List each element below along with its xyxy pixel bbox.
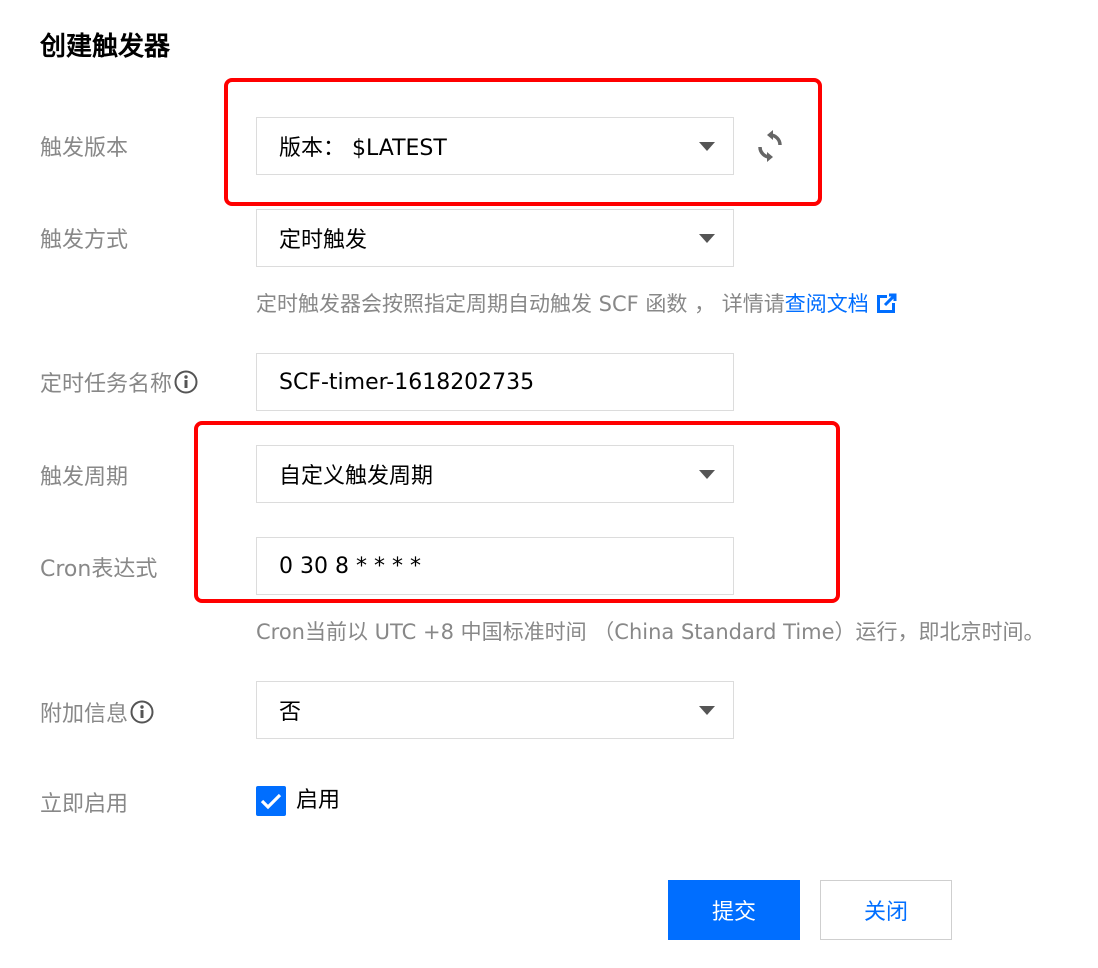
create-trigger-dialog: 创建触发器 触发版本 版本： $LATEST 触发方式 定时触发 定时触发器会按…: [0, 0, 1098, 968]
info-icon[interactable]: [130, 700, 154, 724]
version-label: 触发版本: [40, 136, 129, 161]
dialog-title: 创建触发器: [40, 32, 171, 62]
task-name-label-text: 定时任务名称: [40, 372, 173, 397]
method-value: 定时触发: [279, 228, 368, 253]
enable-checkbox-label[interactable]: 启用: [296, 786, 340, 816]
task-name-input[interactable]: SCF-timer-1618202735: [256, 353, 734, 411]
submit-button[interactable]: 提交: [668, 880, 800, 940]
extra-label: 附加信息: [40, 696, 154, 728]
period-select[interactable]: 自定义触发周期: [256, 445, 734, 503]
method-hint: 定时触发器会按照指定周期自动触发 SCF 函数 ， 详情请查阅文档: [256, 288, 897, 318]
task-name-value: SCF-timer-1618202735: [279, 369, 535, 395]
enable-checkbox[interactable]: [256, 786, 286, 816]
chevron-down-icon: [699, 141, 715, 151]
close-button[interactable]: 关闭: [820, 880, 952, 940]
extra-value: 否: [279, 700, 302, 725]
enable-label: 立即启用: [40, 792, 129, 817]
refresh-icon[interactable]: [756, 130, 784, 162]
extra-select[interactable]: 否: [256, 681, 734, 739]
chevron-down-icon: [699, 469, 715, 479]
method-select[interactable]: 定时触发: [256, 209, 734, 267]
task-name-label: 定时任务名称: [40, 366, 198, 398]
version-select[interactable]: 版本： $LATEST: [256, 117, 734, 175]
extra-label-text: 附加信息: [40, 702, 129, 727]
cron-label: Cron表达式: [40, 557, 158, 582]
check-icon: [260, 793, 282, 810]
period-value: 自定义触发周期: [279, 464, 434, 489]
cron-value: 0 30 8 * * * *: [279, 553, 421, 579]
info-icon[interactable]: [174, 370, 198, 394]
external-link-icon[interactable]: [876, 293, 897, 313]
chevron-down-icon: [699, 705, 715, 715]
method-hint-text: 定时触发器会按照指定周期自动触发 SCF 函数 ， 详情请: [256, 292, 785, 316]
cron-input[interactable]: 0 30 8 * * * *: [256, 537, 734, 595]
docs-link[interactable]: 查阅文档: [785, 292, 869, 316]
chevron-down-icon: [699, 233, 715, 243]
version-value: 版本： $LATEST: [279, 136, 447, 161]
period-label: 触发周期: [40, 465, 129, 490]
method-label: 触发方式: [40, 228, 129, 253]
cron-hint: Cron当前以 UTC +8 中国标准时间 （China Standard Ti…: [256, 620, 1045, 644]
